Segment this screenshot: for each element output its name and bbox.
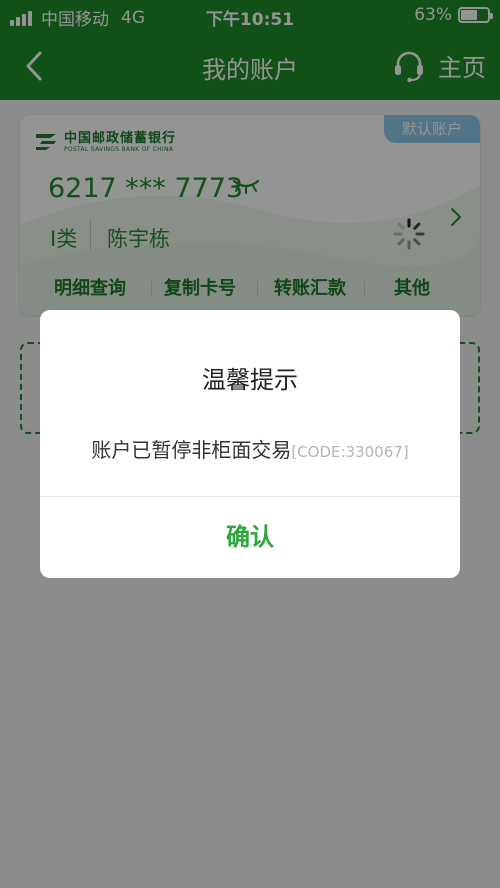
dialog-message-text: 账户已暂停非柜面交易 [91, 438, 292, 462]
dialog-title: 温馨提示 [202, 366, 298, 394]
confirm-button[interactable]: 确认 [40, 497, 460, 578]
dialog-message: 账户已暂停非柜面交易[CODE:330067] [40, 434, 460, 463]
alert-dialog: 温馨提示 账户已暂停非柜面交易[CODE:330067] 确认 [40, 310, 460, 578]
dialog-error-code: [CODE:330067] [291, 443, 409, 461]
